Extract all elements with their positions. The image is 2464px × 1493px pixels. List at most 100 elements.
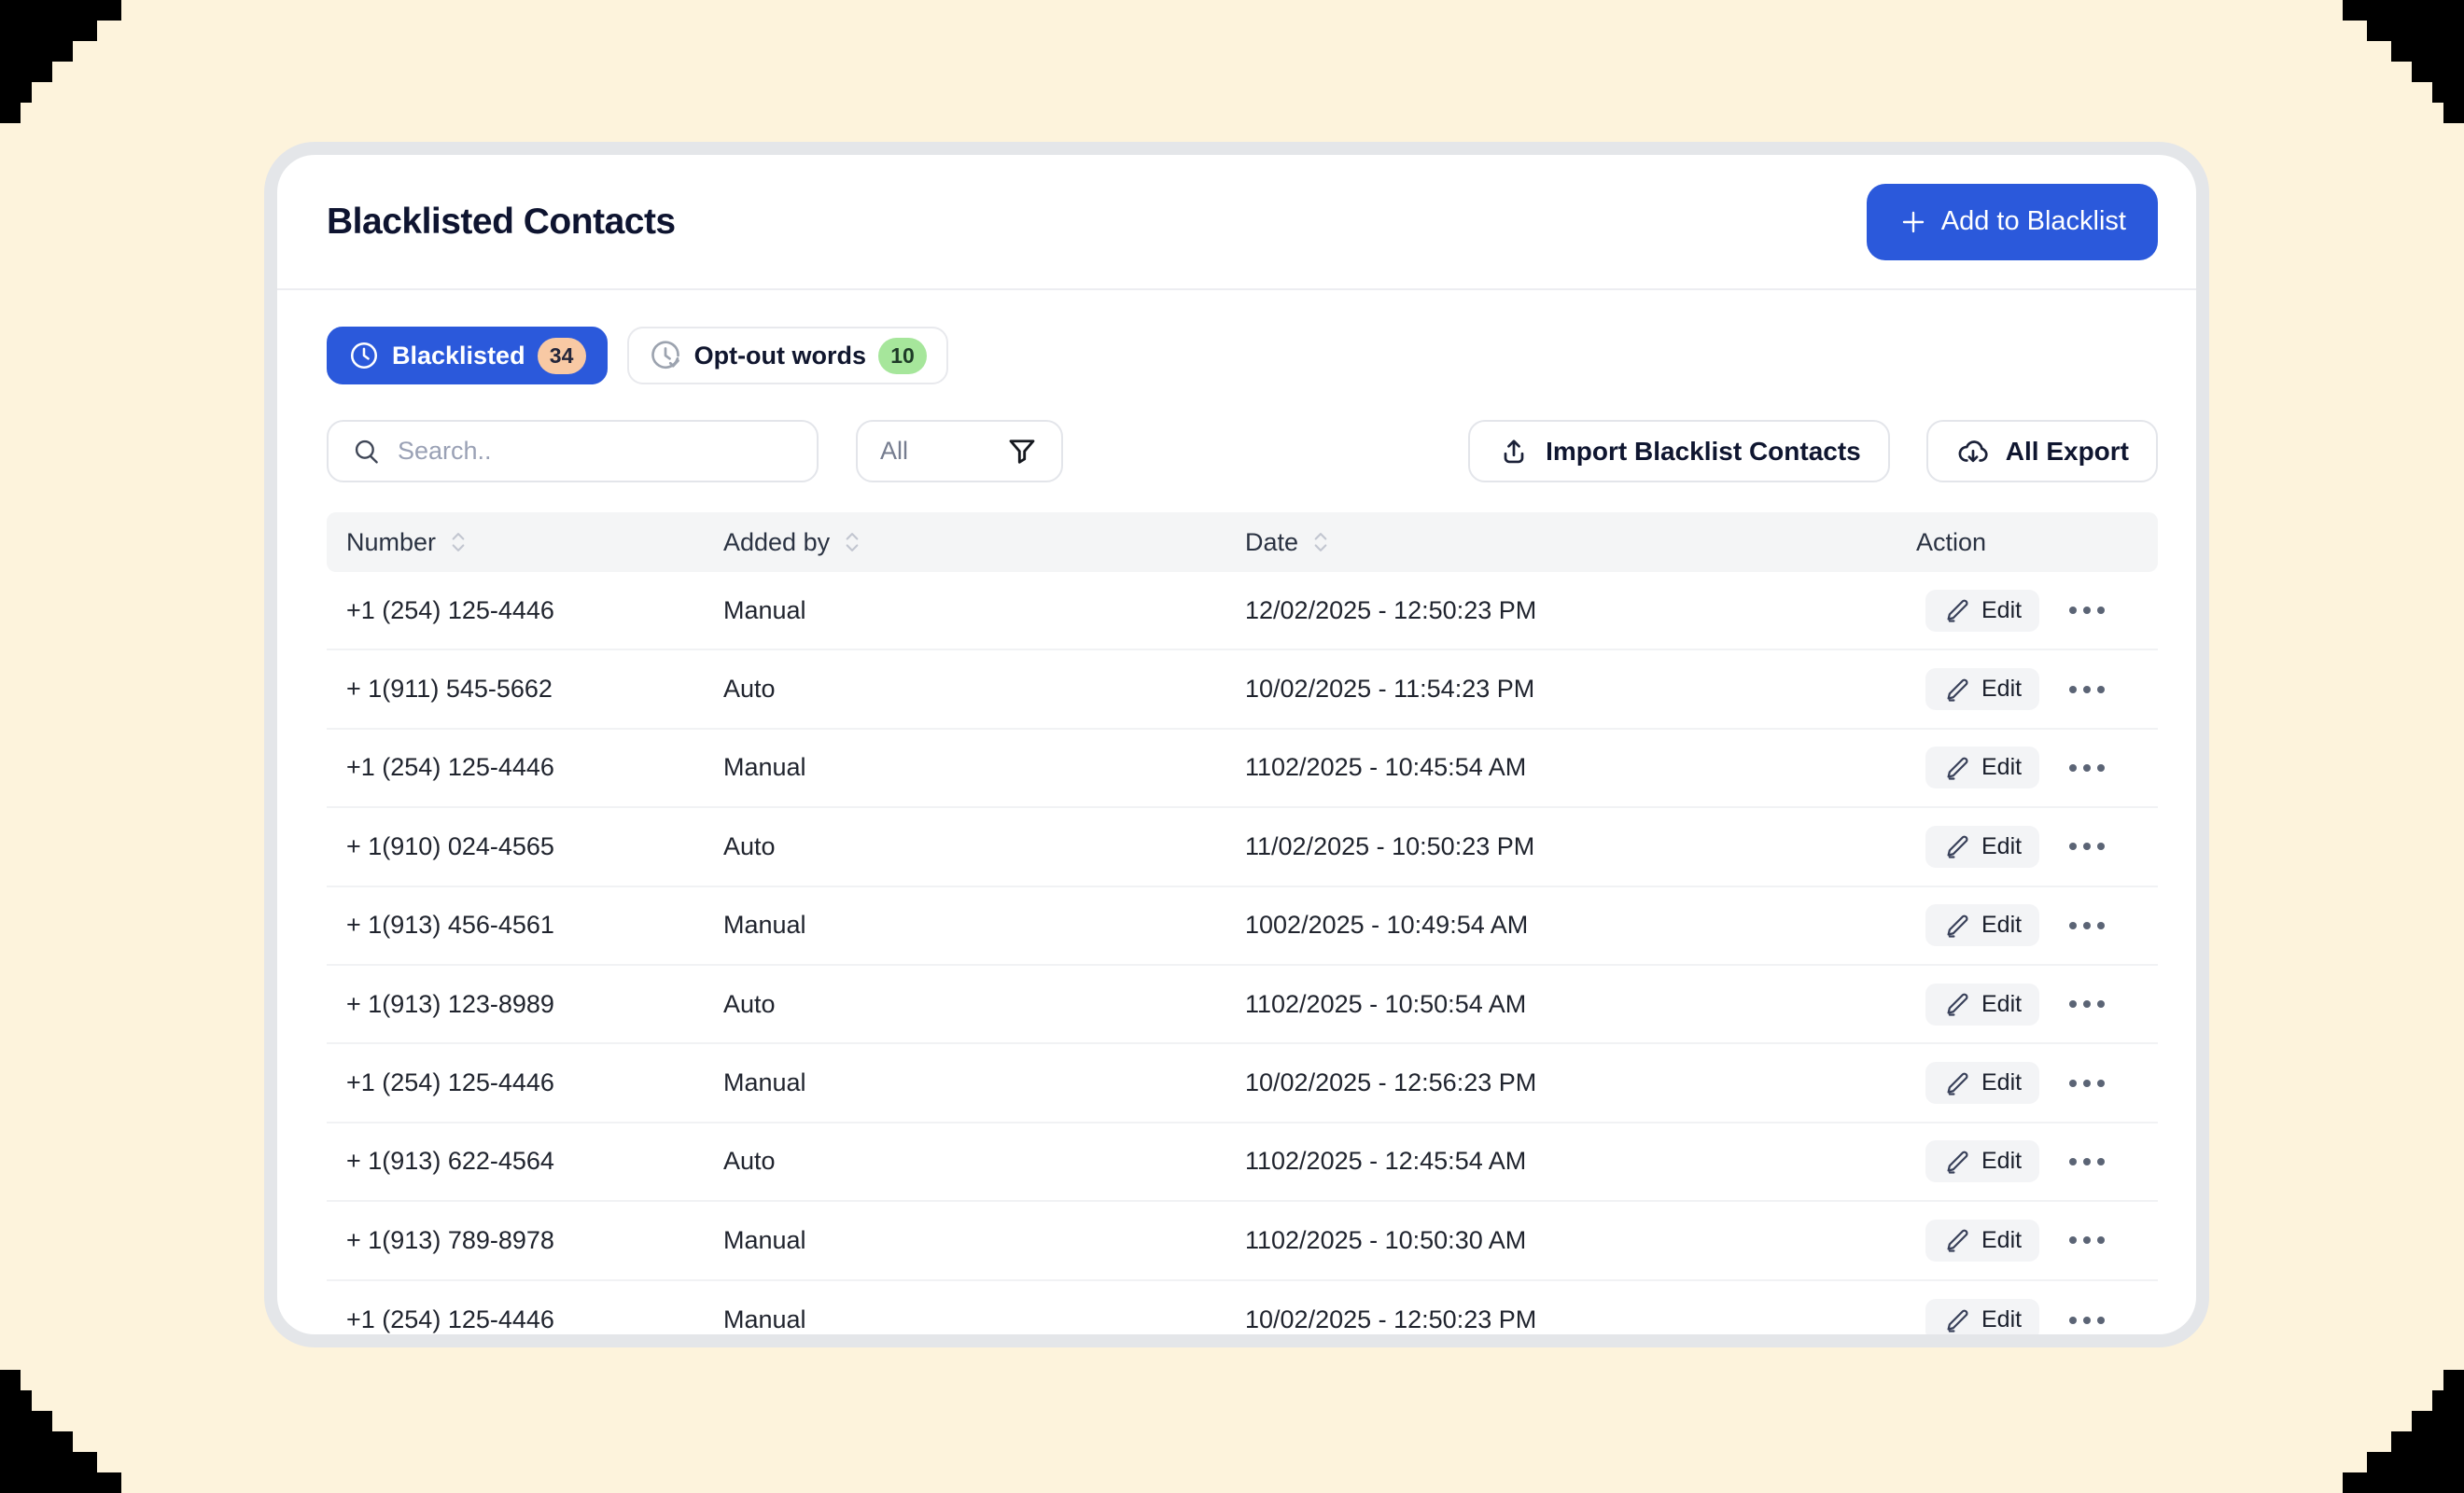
ellipsis-icon — [2069, 1080, 2077, 1087]
card-header: Blacklisted Contacts Add to Blacklist — [277, 155, 2196, 290]
ellipsis-icon — [2069, 764, 2077, 772]
row-added-by: Auto — [723, 990, 1245, 1019]
edit-button-label: Edit — [1981, 1148, 2022, 1175]
row-menu-button[interactable] — [2064, 759, 2110, 777]
card-body: Blacklisted 34 Opt-out words 10 — [277, 290, 2196, 1334]
sort-date-button[interactable] — [1309, 530, 1332, 554]
sort-number-button[interactable] — [447, 530, 469, 554]
edit-button[interactable]: Edit — [1925, 590, 2039, 632]
ellipsis-icon — [2069, 1236, 2077, 1244]
ellipsis-icon — [2097, 1236, 2105, 1244]
all-export-button[interactable]: All Export — [1926, 420, 2158, 482]
edit-button[interactable]: Edit — [1925, 904, 2039, 946]
row-number: + 1(910) 024-4565 — [327, 832, 723, 861]
row-date: 11/02/2025 - 10:50:23 PM — [1245, 832, 1916, 861]
tab-opt-out-words[interactable]: Opt-out words 10 — [627, 327, 948, 384]
all-export-label: All Export — [2006, 437, 2129, 467]
contacts-table: Number Added by Date — [327, 512, 2158, 1334]
pixel-corner — [2341, 1370, 2464, 1493]
row-menu-button[interactable] — [2064, 601, 2110, 620]
row-menu-button[interactable] — [2064, 1074, 2110, 1093]
column-label: Date — [1245, 528, 1298, 557]
filter-dropdown[interactable]: All — [856, 420, 1063, 482]
edit-button-label: Edit — [1981, 1306, 2022, 1333]
row-actions: Edit — [1916, 1140, 2158, 1182]
add-to-blacklist-button[interactable]: Add to Blacklist — [1867, 184, 2158, 260]
row-menu-button[interactable] — [2064, 995, 2110, 1013]
column-header-action: Action — [1916, 528, 2158, 557]
edit-button[interactable]: Edit — [1925, 1220, 2039, 1262]
row-actions: Edit — [1916, 668, 2158, 710]
row-menu-button[interactable] — [2064, 916, 2110, 935]
table-row: +1 (254) 125-4446 Manual 10/02/2025 - 12… — [327, 1044, 2158, 1123]
row-menu-button[interactable] — [2064, 1152, 2110, 1171]
ellipsis-icon — [2069, 1000, 2077, 1008]
edit-button[interactable]: Edit — [1925, 668, 2039, 710]
edit-button[interactable]: Edit — [1925, 984, 2039, 1026]
tabs: Blacklisted 34 Opt-out words 10 — [327, 327, 2158, 384]
row-menu-button[interactable] — [2064, 1311, 2110, 1330]
ellipsis-icon — [2083, 1158, 2091, 1165]
ellipsis-icon — [2069, 922, 2077, 929]
pencil-icon — [1943, 676, 1971, 704]
import-blacklist-contacts-button[interactable]: Import Blacklist Contacts — [1468, 420, 1890, 482]
row-actions: Edit — [1916, 590, 2158, 632]
row-added-by: Manual — [723, 911, 1245, 940]
tab-blacklisted-label: Blacklisted — [392, 342, 525, 370]
row-date: 1102/2025 - 10:50:54 AM — [1245, 990, 1916, 1019]
pencil-icon — [1943, 912, 1971, 940]
row-added-by: Manual — [723, 1226, 1245, 1255]
row-date: 1102/2025 - 12:45:54 AM — [1245, 1147, 1916, 1176]
toolbar: All Import Blacklist Contacts All Export — [327, 420, 2158, 482]
plus-icon — [1898, 207, 1928, 237]
ellipsis-icon — [2083, 843, 2091, 850]
row-date: 1102/2025 - 10:45:54 AM — [1245, 753, 1916, 782]
column-header-date: Date — [1245, 528, 1916, 557]
row-menu-button[interactable] — [2064, 1231, 2110, 1249]
sort-icon — [447, 530, 469, 554]
clock-icon — [348, 340, 380, 371]
edit-button[interactable]: Edit — [1925, 826, 2039, 868]
sort-added-by-button[interactable] — [841, 530, 863, 554]
pencil-icon — [1943, 990, 1971, 1018]
table-row: +1 (254) 125-4446 Manual 12/02/2025 - 12… — [327, 572, 2158, 650]
ellipsis-icon — [2069, 1317, 2077, 1324]
row-actions: Edit — [1916, 904, 2158, 946]
edit-button-label: Edit — [1981, 991, 2022, 1018]
row-number: + 1(913) 456-4561 — [327, 911, 723, 940]
edit-button[interactable]: Edit — [1925, 746, 2039, 788]
edit-button-label: Edit — [1981, 1069, 2022, 1096]
edit-button[interactable]: Edit — [1925, 1062, 2039, 1104]
row-actions: Edit — [1916, 746, 2158, 788]
import-blacklist-label: Import Blacklist Contacts — [1546, 437, 1861, 467]
edit-button[interactable]: Edit — [1925, 1299, 2039, 1334]
pixel-corner — [0, 0, 123, 123]
row-number: +1 (254) 125-4446 — [327, 753, 723, 782]
row-date: 1002/2025 - 10:49:54 AM — [1245, 911, 1916, 940]
table-header: Number Added by Date — [327, 512, 2158, 572]
funnel-icon — [1005, 435, 1039, 468]
row-date: 12/02/2025 - 12:50:23 PM — [1245, 596, 1916, 625]
ellipsis-icon — [2097, 686, 2105, 693]
row-number: +1 (254) 125-4446 — [327, 1305, 723, 1334]
row-number: +1 (254) 125-4446 — [327, 1068, 723, 1097]
ellipsis-icon — [2083, 1317, 2091, 1324]
edit-button-label: Edit — [1981, 912, 2022, 939]
row-number: + 1(913) 622-4564 — [327, 1147, 723, 1176]
edit-button[interactable]: Edit — [1925, 1140, 2039, 1182]
ellipsis-icon — [2083, 922, 2091, 929]
row-menu-button[interactable] — [2064, 680, 2110, 699]
table-row: + 1(913) 789-8978 Manual 1102/2025 - 10:… — [327, 1202, 2158, 1280]
tab-blacklisted[interactable]: Blacklisted 34 — [327, 327, 608, 384]
row-menu-button[interactable] — [2064, 837, 2110, 856]
pencil-icon — [1943, 754, 1971, 782]
search-input[interactable] — [398, 437, 794, 466]
row-number: + 1(911) 545-5662 — [327, 675, 723, 704]
tab-opt-out-words-label: Opt-out words — [694, 342, 866, 370]
table-row: + 1(913) 622-4564 Auto 1102/2025 - 12:45… — [327, 1123, 2158, 1202]
row-added-by: Manual — [723, 1305, 1245, 1334]
blacklist-card: Blacklisted Contacts Add to Blacklist Bl… — [277, 155, 2196, 1334]
edit-button-label: Edit — [1981, 1227, 2022, 1254]
column-header-added-by: Added by — [723, 528, 1245, 557]
ellipsis-icon — [2083, 686, 2091, 693]
